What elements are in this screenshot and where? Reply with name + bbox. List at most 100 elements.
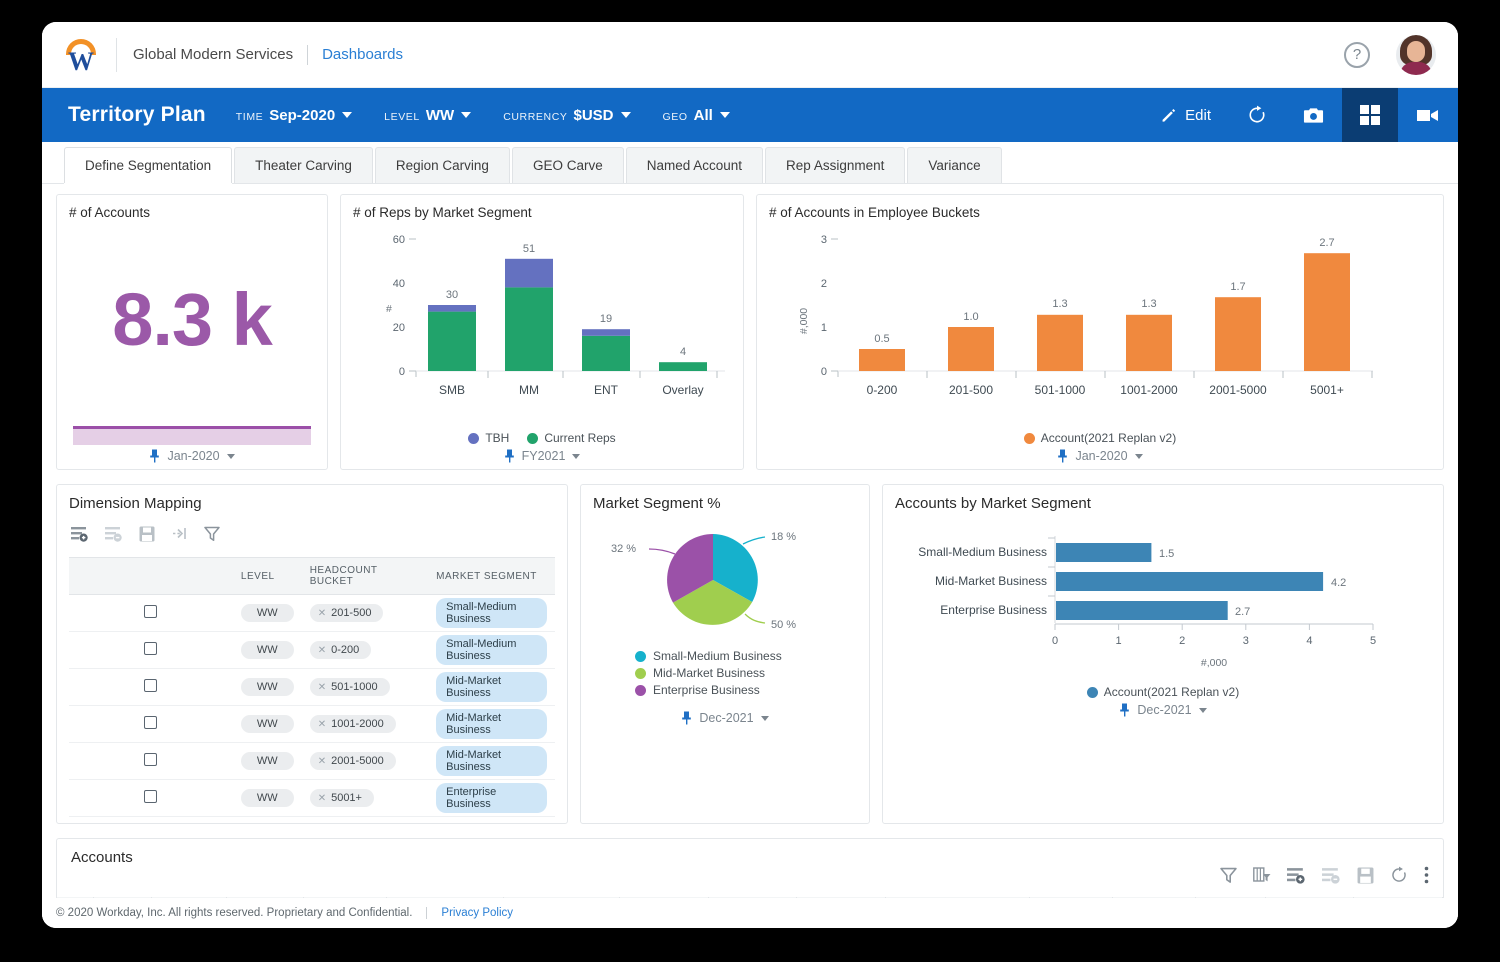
pencil-icon xyxy=(1162,108,1176,122)
bar-label-1001-2000: 1.3 xyxy=(1141,298,1156,310)
tab-define-segmentation[interactable]: Define Segmentation xyxy=(64,147,233,183)
row-checkbox[interactable] xyxy=(144,679,158,692)
chart-title-hbar: Accounts by Market Segment xyxy=(895,495,1091,512)
tenant-name: Global Modern Services xyxy=(133,46,294,63)
more-options-icon[interactable] xyxy=(1424,866,1429,889)
filter-icon[interactable] xyxy=(204,526,220,547)
pin-icon xyxy=(504,449,514,463)
prompt-level-value: WW xyxy=(425,106,455,124)
buckets-time-pin[interactable]: Jan-2020 xyxy=(769,449,1431,463)
row-checkbox[interactable] xyxy=(144,753,158,766)
legend-item-smb[interactable]: Small-Medium Business xyxy=(635,649,857,663)
dm-segment-pill: Mid-Market Business xyxy=(436,672,547,702)
legend-buckets: Account(2021 Replan v2) xyxy=(769,431,1431,445)
chevron-down-icon xyxy=(226,453,235,459)
row-checkbox[interactable] xyxy=(144,642,158,655)
table-row[interactable]: WW ✕ 5001+ Enterprise Business xyxy=(69,779,555,817)
table-row[interactable]: WW ✕ 2001-5000 Mid-Market Business xyxy=(69,742,555,780)
dm-bucket-label: 501-1000 xyxy=(331,681,378,693)
legend-swatch-tbh xyxy=(468,432,480,444)
ytick-0b: 0 xyxy=(821,366,827,378)
privacy-policy-link[interactable]: Privacy Policy xyxy=(441,907,513,919)
legend-label-smb: Small-Medium Business xyxy=(653,649,782,663)
xtick-1: 1 xyxy=(1116,635,1122,647)
prompt-level[interactable]: LEVEL WW xyxy=(384,106,472,124)
tab-theater-carving[interactable]: Theater Carving xyxy=(234,147,373,183)
column-config-icon[interactable] xyxy=(1253,866,1271,889)
refresh-icon[interactable] xyxy=(1390,866,1408,889)
hbar-time-pin[interactable]: Dec-2021 xyxy=(895,703,1431,717)
kpi-value: 8.3 k xyxy=(112,277,273,361)
table-row[interactable]: WW ✕ 201-500 Small-Medium Business xyxy=(69,594,555,632)
legend-label-ent: Enterprise Business xyxy=(653,683,760,697)
ytick-1: 1 xyxy=(821,322,827,334)
add-row-icon[interactable] xyxy=(1287,867,1306,889)
remove-chip-icon[interactable]: ✕ xyxy=(318,608,326,619)
legend-item-tbh[interactable]: TBH xyxy=(468,431,509,445)
legend-item-current-reps[interactable]: Current Reps xyxy=(527,431,616,445)
fit-columns-icon[interactable] xyxy=(171,526,188,547)
refresh-button[interactable] xyxy=(1229,88,1285,142)
reps-time-pin[interactable]: FY2021 xyxy=(353,449,731,463)
prompt-time[interactable]: TIME Sep-2020 xyxy=(236,106,353,124)
bar-total-overlay: 4 xyxy=(680,346,686,358)
dm-bucket-label: 201-500 xyxy=(331,607,372,619)
plot-hbar: Small-Medium Business Mid-Market Busines… xyxy=(895,518,1431,683)
remove-row-icon[interactable] xyxy=(1322,867,1341,889)
add-row-icon[interactable] xyxy=(71,526,89,547)
dimension-mapping-header-row: LEVEL HEADCOUNT BUCKET MARKET SEGMENT xyxy=(69,557,555,595)
edit-button[interactable]: Edit xyxy=(1142,88,1229,142)
question-mark-circle-icon[interactable]: ? xyxy=(1344,41,1370,68)
grid-view-button[interactable] xyxy=(1342,88,1398,142)
save-icon[interactable] xyxy=(1357,867,1374,889)
card-reps-by-market-segment: # of Reps by Market Segment 60 40 20 0 # xyxy=(340,194,744,470)
legend-item-account-replan[interactable]: Account(2021 Replan v2) xyxy=(1023,431,1176,445)
workday-logo-icon[interactable]: W xyxy=(60,34,102,76)
remove-chip-icon[interactable]: ✕ xyxy=(318,793,326,804)
row-checkbox[interactable] xyxy=(144,716,158,729)
remove-chip-icon[interactable]: ✕ xyxy=(318,719,326,730)
cat-mm: MM xyxy=(519,383,539,397)
tab-geo-carve[interactable]: GEO Carve xyxy=(511,147,624,183)
tab-variance[interactable]: Variance xyxy=(907,147,1002,183)
table-row[interactable]: WW ✕ 501-1000 Mid-Market Business xyxy=(69,668,555,706)
legend-item-ent[interactable]: Enterprise Business xyxy=(635,683,857,697)
row-checkbox[interactable] xyxy=(144,605,158,618)
legend-swatch-current-reps xyxy=(527,432,539,444)
dashboard-canvas: # of Accounts 8.3 k Jan-2020 # of Reps b… xyxy=(42,184,1458,928)
prompt-geo[interactable]: GEO All xyxy=(663,107,730,124)
accounts-hbar-svg: Small-Medium Business Mid-Market Busines… xyxy=(918,536,1376,669)
presentation-button[interactable] xyxy=(1398,88,1458,142)
refresh-icon xyxy=(1249,105,1265,123)
hbar-value-ent: 2.7 xyxy=(1235,606,1250,618)
tab-named-account[interactable]: Named Account xyxy=(625,147,764,183)
prompt-currency[interactable]: CURRENCY $USD xyxy=(503,107,631,124)
legend-item-mm[interactable]: Mid-Market Business xyxy=(635,666,857,680)
legend-item-account-replan-hbar[interactable]: Account(2021 Replan v2) xyxy=(1086,685,1240,699)
remove-chip-icon[interactable]: ✕ xyxy=(318,645,326,656)
legend-label-account-replan-hbar: Account(2021 Replan v2) xyxy=(1103,685,1240,699)
remove-row-icon[interactable] xyxy=(105,526,123,547)
copyright-text: © 2020 Workday, Inc. All rights reserved… xyxy=(56,907,413,919)
avatar[interactable] xyxy=(1396,34,1436,75)
buckets-bar-svg: 3 2 1 0 #,000 0.5 1.0 1.3 1.3 1.7 2.7 0-… xyxy=(798,234,1373,397)
tab-region-carving[interactable]: Region Carving xyxy=(374,147,510,183)
table-row[interactable]: WW ✕ 1001-2000 Mid-Market Business xyxy=(69,705,555,743)
remove-chip-icon[interactable]: ✕ xyxy=(318,682,326,693)
filter-icon[interactable] xyxy=(1220,867,1237,889)
chevron-down-icon xyxy=(1198,707,1207,713)
chevron-down-icon xyxy=(719,111,730,118)
table-row[interactable]: WW ✕ 0-200 Small-Medium Business xyxy=(69,631,555,669)
save-icon[interactable] xyxy=(139,526,155,547)
tab-rep-assignment[interactable]: Rep Assignment xyxy=(765,147,906,183)
pie-time-pin[interactable]: Dec-2021 xyxy=(593,711,857,725)
row-checkbox[interactable] xyxy=(144,790,158,803)
remove-chip-icon[interactable]: ✕ xyxy=(318,756,326,767)
ytick-3: 3 xyxy=(821,234,827,246)
prompt-time-value: Sep-2020 xyxy=(269,106,336,124)
snapshot-button[interactable] xyxy=(1285,88,1342,142)
dimension-mapping-toolbar xyxy=(69,518,555,557)
legend-label-current-reps: Current Reps xyxy=(544,431,616,445)
kpi-time-pin[interactable]: Jan-2020 xyxy=(69,449,315,463)
dashboards-link[interactable]: Dashboards xyxy=(322,46,403,63)
